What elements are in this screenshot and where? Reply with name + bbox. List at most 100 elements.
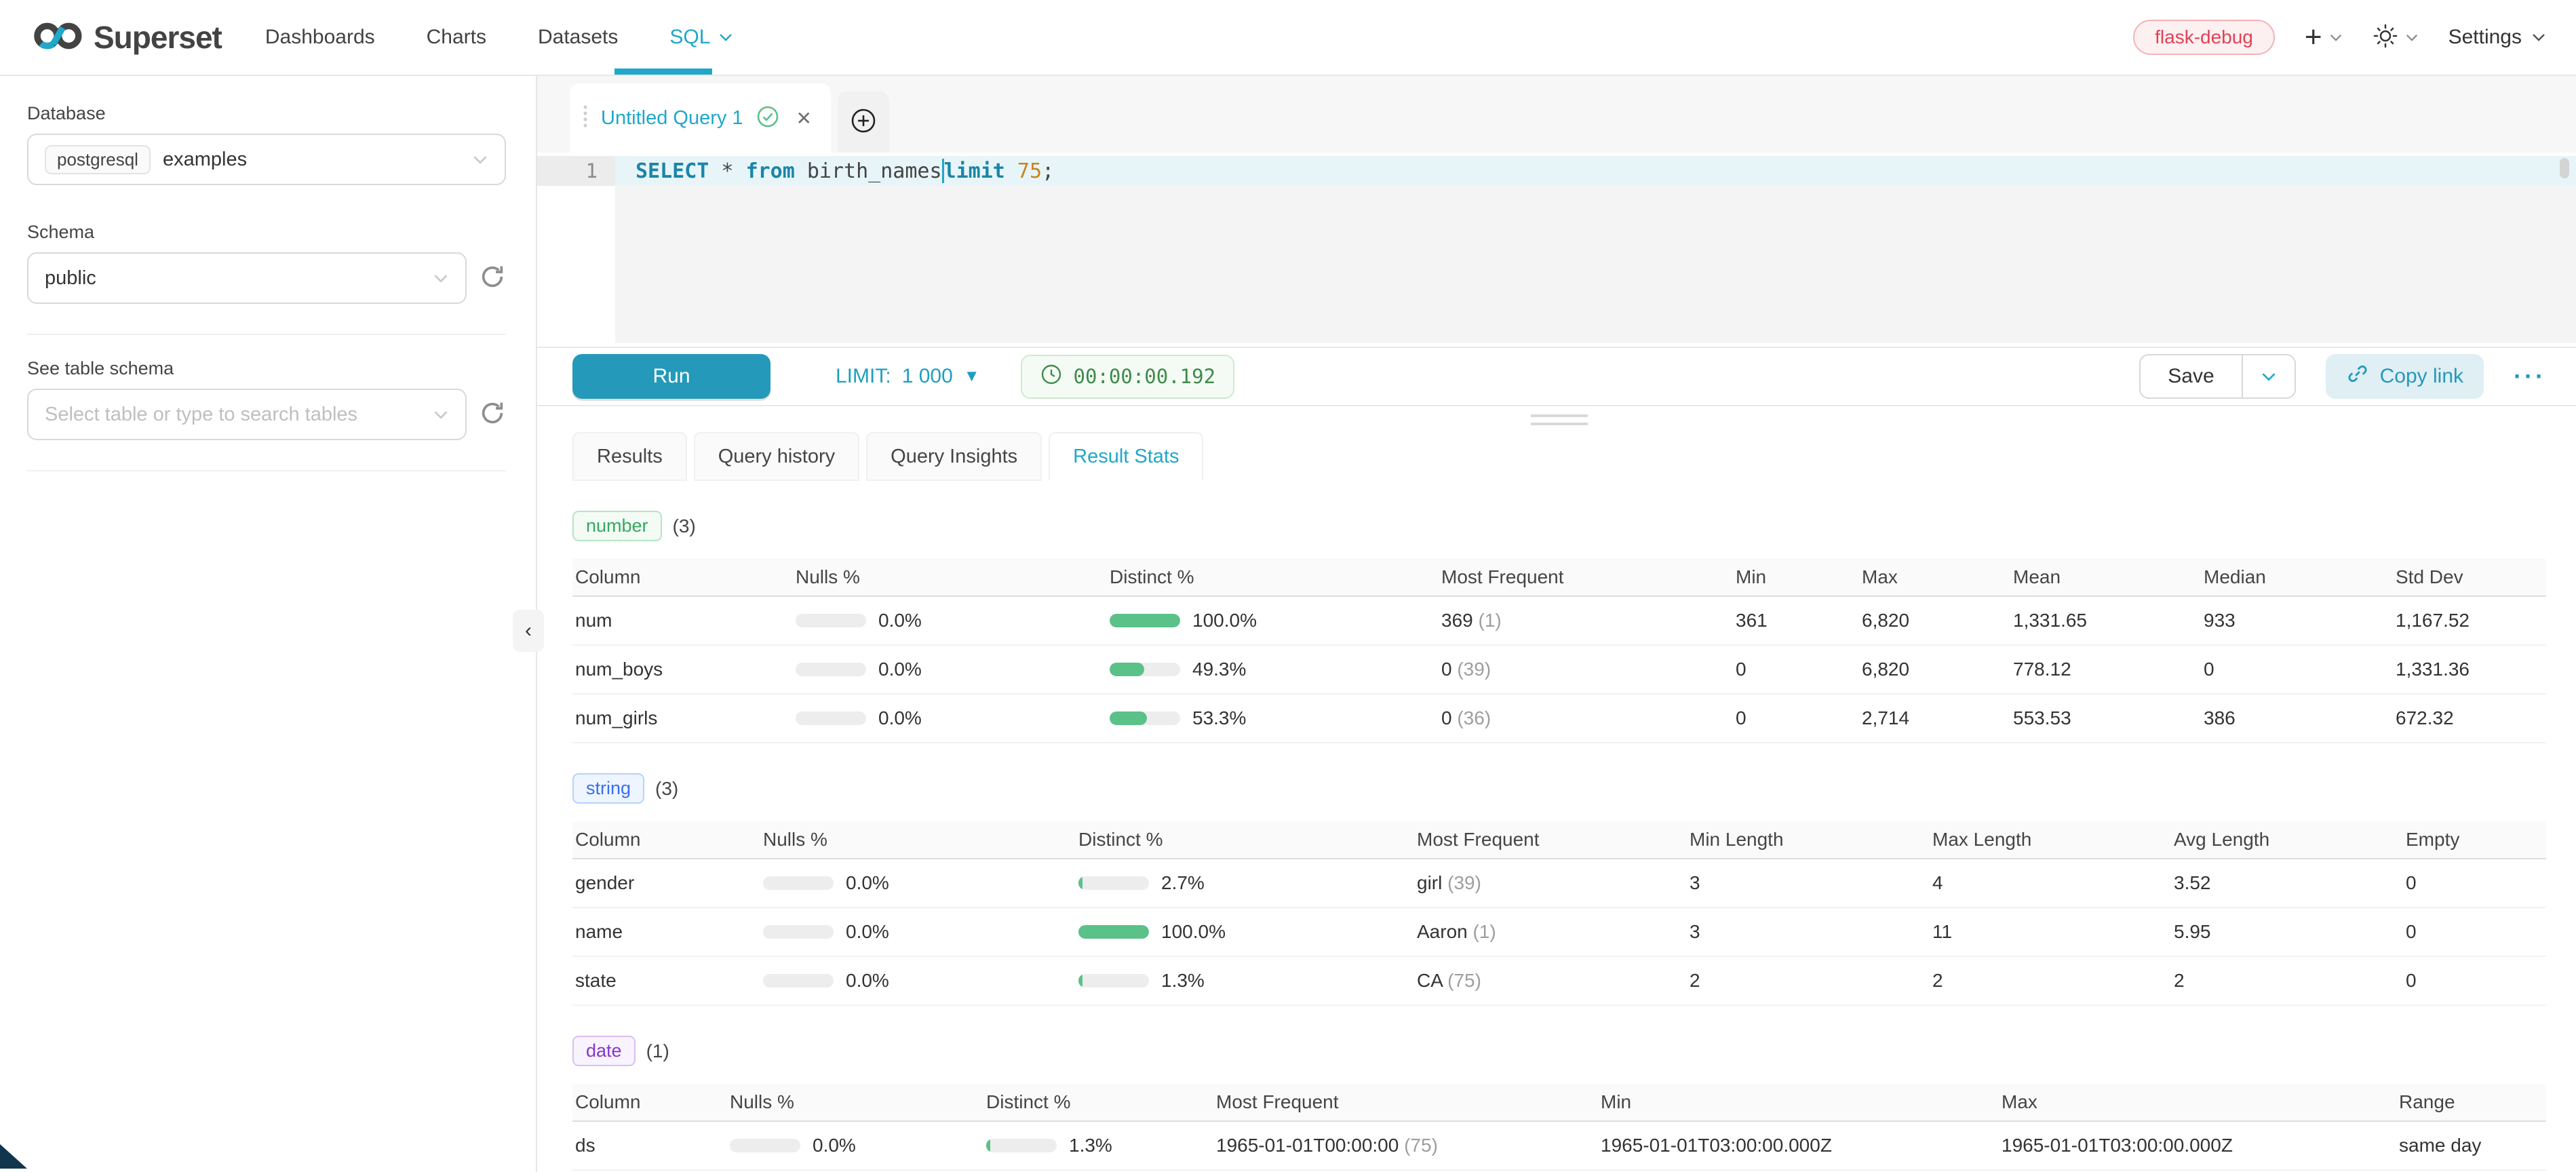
- stats-section-date: date (1) ColumnNulls %Distinct %Most Fre…: [572, 1036, 2546, 1171]
- query-saved-check-icon: [756, 104, 780, 132]
- chevron-down-icon: [718, 33, 733, 42]
- code-line-1: 1 SELECT * from birth_nameslimit 75;: [537, 156, 2576, 186]
- stat-value: 361: [1736, 610, 1862, 631]
- sqllab-main-panel: Untitled Query 1 ✕: [537, 76, 2576, 1172]
- more-actions-button[interactable]: ···: [2514, 362, 2546, 391]
- database-label: Database: [27, 103, 506, 124]
- refresh-schema-icon[interactable]: [479, 263, 506, 294]
- most-frequent-cell: 1965-01-01T00:00:00 (75): [1216, 1135, 1601, 1156]
- percent-bar: [796, 614, 866, 627]
- nulls-percent-cell: 0.0%: [763, 872, 1078, 894]
- limit-dropdown[interactable]: LIMIT: 1 000 ▼: [836, 365, 980, 388]
- stats-table-row: num_boys0.0%49.3%0 (39)06,820778.1201,33…: [572, 646, 2546, 695]
- column-header: Distinct %: [986, 1091, 1216, 1113]
- superset-logo[interactable]: Superset: [33, 18, 222, 57]
- most-frequent-cell: 0 (39): [1441, 659, 1736, 680]
- stat-value: 553.53: [2013, 707, 2204, 729]
- editor-scrollbar[interactable]: [2560, 158, 2569, 178]
- schema-select[interactable]: public: [27, 252, 467, 304]
- column-header: Mean: [2013, 566, 2204, 588]
- collapse-sidebar-button[interactable]: ‹: [513, 610, 544, 652]
- caret-down-icon: ▼: [964, 367, 980, 386]
- query-tab[interactable]: Untitled Query 1 ✕: [570, 83, 831, 153]
- stat-value: 2: [2174, 970, 2406, 992]
- most-frequent-cell: 0 (36): [1441, 707, 1736, 729]
- nulls-percent-cell: 0.0%: [763, 921, 1078, 943]
- results-panel: Results Query history Query Insights Res…: [537, 406, 2576, 1172]
- stat-value: same day: [2399, 1135, 2546, 1156]
- nulls-percent-cell: 0.0%: [796, 659, 1110, 680]
- run-button[interactable]: Run: [572, 354, 770, 399]
- sidebar-divider: [27, 334, 506, 335]
- mouse-cursor: [0, 1144, 27, 1172]
- chevron-down-icon: [433, 273, 449, 284]
- save-options-caret[interactable]: [2242, 355, 2295, 397]
- stats-table-row: state0.0%1.3%CA (75)2220: [572, 957, 2546, 1006]
- save-button[interactable]: Save: [2141, 355, 2241, 397]
- environment-badge: flask-debug: [2133, 20, 2275, 55]
- table-header-row: ColumnNulls %Distinct %Most FrequentMin …: [572, 821, 2546, 859]
- percent-bar: [1078, 876, 1149, 890]
- column-name: num: [572, 610, 796, 631]
- type-badge-number: number: [572, 511, 662, 541]
- nulls-percent-cell: 0.0%: [796, 707, 1110, 729]
- line-number: 1: [537, 156, 615, 186]
- new-query-tab-button[interactable]: [838, 92, 889, 153]
- close-tab-icon[interactable]: ✕: [796, 107, 812, 130]
- theme-toggle[interactable]: [2373, 23, 2419, 52]
- editor-empty-area[interactable]: [537, 186, 2576, 343]
- chevron-down-icon: [2405, 33, 2419, 42]
- stat-value: 6,820: [1862, 659, 2013, 680]
- pane-resize-handle[interactable]: [1531, 414, 1588, 425]
- stat-value: 0: [2406, 921, 2546, 943]
- column-header: Most Frequent: [1216, 1091, 1601, 1113]
- stat-value: 3: [1690, 872, 1932, 894]
- number-stats-table: ColumnNulls %Distinct %Most FrequentMinM…: [572, 559, 2546, 743]
- drag-handle-icon[interactable]: [582, 103, 589, 134]
- nav-item-sql[interactable]: SQL: [669, 0, 733, 75]
- nav-item-datasets[interactable]: Datasets: [538, 0, 618, 75]
- table-header-row: ColumnNulls %Distinct %Most FrequentMinM…: [572, 1084, 2546, 1122]
- table-select[interactable]: Select table or type to search tables: [27, 389, 467, 440]
- settings-menu[interactable]: Settings: [2448, 26, 2546, 49]
- tab-query-insights[interactable]: Query Insights: [866, 432, 1042, 481]
- database-select[interactable]: postgresql examples: [27, 134, 506, 185]
- stats-table-row: name0.0%100.0%Aaron (1)3115.950: [572, 908, 2546, 957]
- stat-value: 1,331.65: [2013, 610, 2204, 631]
- chevron-down-icon: [2531, 33, 2546, 42]
- stat-value: 0: [1736, 659, 1862, 680]
- brand-name: Superset: [94, 19, 222, 56]
- timer-value: 00:00:00.192: [1074, 365, 1216, 388]
- nav-item-dashboards[interactable]: Dashboards: [265, 0, 375, 75]
- tab-result-stats[interactable]: Result Stats: [1049, 432, 1203, 481]
- column-name: gender: [572, 872, 763, 894]
- tab-query-history[interactable]: Query history: [694, 432, 859, 481]
- column-header: Nulls %: [763, 829, 1078, 851]
- stat-value: 1,331.36: [2396, 659, 2546, 680]
- tab-results[interactable]: Results: [572, 432, 687, 481]
- string-stats-table: ColumnNulls %Distinct %Most FrequentMin …: [572, 821, 2546, 1006]
- nav-item-charts[interactable]: Charts: [427, 0, 486, 75]
- plus-icon: +: [2305, 22, 2322, 52]
- navbar-right: flask-debug +: [2133, 20, 2546, 55]
- stat-value: 3: [1690, 921, 1932, 943]
- stat-value: 1965-01-01T03:00:00.000Z: [1601, 1135, 2002, 1156]
- stat-value: 386: [2204, 707, 2396, 729]
- column-header: Avg Length: [2174, 829, 2406, 851]
- new-item-button[interactable]: +: [2305, 22, 2343, 52]
- column-header: Column: [572, 566, 796, 588]
- schema-label: Schema: [27, 222, 506, 243]
- stat-value: 0: [2406, 970, 2546, 992]
- copy-link-button[interactable]: Copy link: [2326, 354, 2484, 399]
- query-tabbar: Untitled Query 1 ✕: [537, 76, 2576, 153]
- save-split-button: Save: [2139, 354, 2295, 399]
- refresh-tables-icon[interactable]: [479, 399, 506, 430]
- column-header: Max: [1862, 566, 2013, 588]
- stats-table-row: num_girls0.0%53.3%0 (36)02,714553.533866…: [572, 695, 2546, 743]
- stat-value: 672.32: [2396, 707, 2546, 729]
- circle-plus-icon: [849, 106, 878, 138]
- stats-table-row: gender0.0%2.7%girl (39)343.520: [572, 859, 2546, 908]
- sql-editor[interactable]: 1 SELECT * from birth_nameslimit 75;: [537, 153, 2576, 347]
- stat-value: 1,167.52: [2396, 610, 2546, 631]
- column-header: Distinct %: [1078, 829, 1417, 851]
